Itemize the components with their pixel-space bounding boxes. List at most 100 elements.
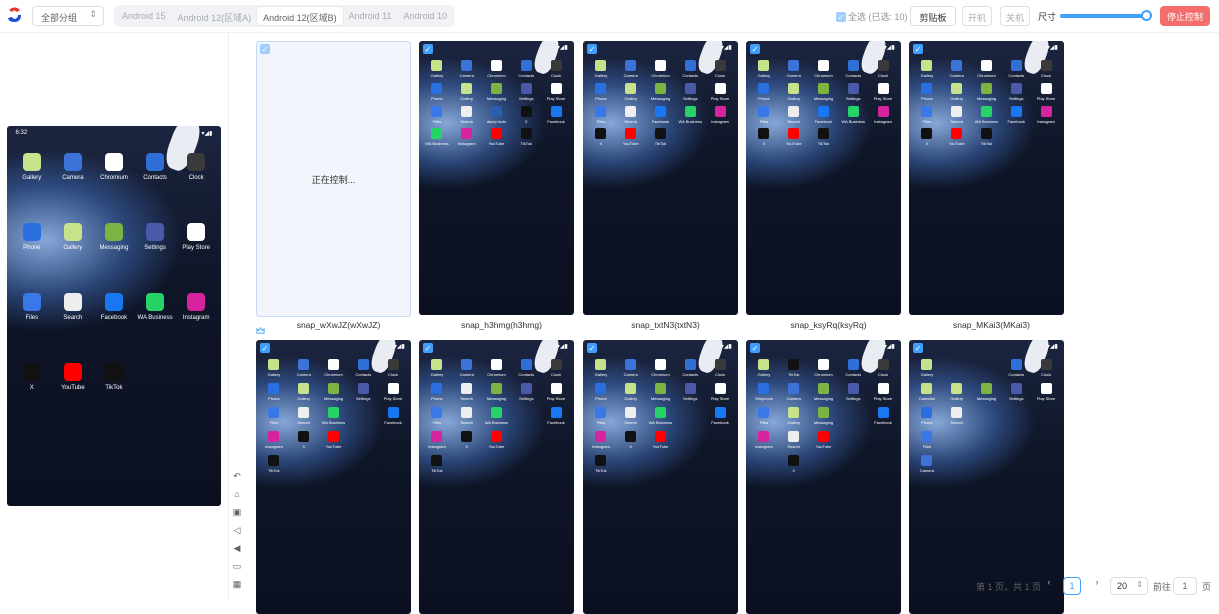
app-search[interactable]: Search bbox=[779, 105, 809, 124]
app-wa-business[interactable]: WA Business bbox=[675, 105, 705, 124]
app-search[interactable]: Search bbox=[942, 406, 972, 425]
app-phone[interactable]: Phone bbox=[912, 82, 942, 101]
app-instagram[interactable]: Instagram bbox=[422, 430, 452, 449]
app-wa-business[interactable]: WA Business bbox=[422, 128, 452, 146]
app-contacts[interactable]: Contacts bbox=[511, 359, 541, 377]
group-select[interactable]: 全部分组 ⇕ bbox=[32, 6, 104, 26]
select-all-checkbox[interactable]: ✓ 全选 (已选: 10) bbox=[836, 10, 908, 23]
device-checkbox[interactable]: ✓ bbox=[913, 44, 923, 54]
app-x[interactable]: X bbox=[289, 430, 319, 449]
app-settings[interactable]: Settings bbox=[135, 222, 176, 251]
clipboard-button[interactable]: 剪贴板 bbox=[910, 6, 956, 26]
device-card[interactable]: ▾◢▮ Gallery Camera Chromium Contacts Clock Pho… bbox=[256, 340, 411, 614]
app-gallery[interactable]: Gallery bbox=[586, 60, 616, 78]
app-x[interactable]: X bbox=[452, 430, 482, 449]
tab-android-11[interactable]: Android 11 bbox=[343, 7, 398, 25]
app-chromium[interactable]: Chromium bbox=[972, 60, 1002, 78]
app-play-store[interactable]: Play Store bbox=[1031, 383, 1061, 401]
app-wa-business[interactable]: WA Business bbox=[838, 105, 868, 124]
device-screen[interactable]: ▾◢▮ Gallery Camera Chromium Contacts Clock Pho… bbox=[583, 340, 738, 614]
app-contacts[interactable]: Contacts bbox=[511, 60, 541, 78]
app-files[interactable]: Files bbox=[912, 430, 942, 449]
recents-icon[interactable]: ▣ bbox=[231, 506, 243, 518]
stop-control-button[interactable]: 停止控制 bbox=[1160, 6, 1210, 26]
app-contacts[interactable]: Contacts bbox=[135, 152, 176, 181]
device-checkbox[interactable]: ✓ bbox=[587, 44, 597, 54]
device-screen[interactable]: ▾◢▮ Gallery TikTok Chromium Contacts Clock Tel… bbox=[746, 340, 901, 614]
app-gallery[interactable]: Gallery bbox=[942, 383, 972, 401]
app-x[interactable]: X bbox=[586, 128, 616, 146]
app-calendar[interactable]: Calendar bbox=[912, 383, 942, 401]
size-slider-handle[interactable] bbox=[1141, 10, 1152, 21]
app-messaging[interactable]: Messaging bbox=[972, 82, 1002, 101]
app-gallery[interactable]: Gallery bbox=[422, 60, 452, 78]
app-search[interactable]: Search bbox=[452, 383, 482, 401]
app-tiktok[interactable]: TikTok bbox=[586, 454, 616, 473]
app-contacts[interactable]: Contacts bbox=[1001, 359, 1031, 377]
app-youtube[interactable]: YouTube bbox=[319, 430, 349, 449]
app-gallery[interactable]: Gallery bbox=[11, 152, 52, 181]
app-chromium[interactable]: Chromium bbox=[809, 60, 839, 78]
app-contacts[interactable]: Contacts bbox=[1001, 60, 1031, 78]
device-card[interactable]: ▾◢▮ Gallery Camera Chromium Contacts Clock Pho… bbox=[419, 41, 574, 330]
app-camera[interactable]: Camera bbox=[452, 60, 482, 78]
device-screen[interactable]: ▾◢▮ Gallery Camera Chromium Contacts Clock Pho… bbox=[256, 340, 411, 614]
app-gallery[interactable]: Gallery bbox=[779, 82, 809, 101]
app-x[interactable]: X bbox=[11, 362, 52, 391]
app-facebook[interactable]: Facebook bbox=[809, 105, 839, 124]
app-chromium[interactable]: Chromium bbox=[319, 359, 349, 377]
app-youtube[interactable]: YouTube bbox=[646, 430, 676, 449]
app-youtube[interactable]: YouTube bbox=[616, 128, 646, 146]
tab-android-12-a[interactable]: Android 12(区域A) bbox=[172, 7, 258, 25]
app-play-store[interactable]: Play Store bbox=[176, 222, 217, 251]
app-play-store[interactable]: Play Store bbox=[868, 82, 898, 101]
app-search[interactable]: Search bbox=[452, 406, 482, 425]
device-card[interactable]: ▾◢▮ Gallery Camera Chromium Contacts Clock Pho… bbox=[583, 41, 738, 330]
page-size-select[interactable]: 20 ⇕ bbox=[1110, 577, 1148, 595]
app-clock[interactable]: Clock bbox=[378, 359, 408, 377]
grid-icon[interactable]: ▦ bbox=[231, 578, 243, 590]
app-instagram[interactable]: Instagram bbox=[259, 430, 289, 449]
app-files[interactable]: Files bbox=[912, 105, 942, 124]
goto-page-input[interactable]: 1 bbox=[1173, 577, 1197, 595]
volume-up-icon[interactable]: ◀ bbox=[231, 542, 243, 554]
app-files[interactable]: Files bbox=[259, 406, 289, 425]
app-facebook[interactable]: Facebook bbox=[705, 406, 735, 425]
app-youtube[interactable]: YouTube bbox=[482, 128, 512, 146]
app-facebook[interactable]: Facebook bbox=[646, 105, 676, 124]
page-number-current[interactable]: 1 bbox=[1063, 577, 1081, 595]
app-x[interactable]: X bbox=[912, 128, 942, 146]
app-settings[interactable]: Settings bbox=[1001, 383, 1031, 401]
app-gallery[interactable]: Gallery bbox=[749, 359, 779, 377]
app-clock[interactable]: Clock bbox=[705, 60, 735, 78]
app-youtube[interactable]: YouTube bbox=[809, 430, 839, 449]
app-camera[interactable]: Camera bbox=[289, 359, 319, 377]
app-gallery[interactable]: Gallery bbox=[52, 222, 93, 251]
app-messaging[interactable]: Messaging bbox=[809, 406, 839, 425]
device-checkbox[interactable]: ✓ bbox=[587, 343, 597, 353]
app-dump-tools[interactable]: dump tools bbox=[482, 105, 512, 124]
app-instagram[interactable]: Instagram bbox=[705, 105, 735, 124]
app-gallery[interactable]: Gallery bbox=[616, 383, 646, 401]
app-chromium[interactable]: Chromium bbox=[646, 60, 676, 78]
app-messaging[interactable]: Messaging bbox=[809, 383, 839, 401]
tab-android-10[interactable]: Android 10 bbox=[397, 7, 453, 25]
device-checkbox[interactable]: ✓ bbox=[423, 343, 433, 353]
app-gallery[interactable]: Gallery bbox=[942, 82, 972, 101]
device-card[interactable]: ▾◢▮ Gallery Camera Chromium Contacts Clock Pho… bbox=[909, 41, 1064, 330]
app-chromium[interactable]: Chromium bbox=[809, 359, 839, 377]
volume-down-icon[interactable]: ◁ bbox=[231, 524, 243, 536]
tab-android-12-b[interactable]: Android 12(区域B) bbox=[257, 7, 343, 25]
app-telephone[interactable]: Telephone bbox=[749, 383, 779, 401]
device-card[interactable]: ▾◢▮ Gallery Contacts Clock Calendar Gallery Me… bbox=[909, 340, 1064, 614]
app-gallery[interactable]: Gallery bbox=[912, 60, 942, 78]
app-settings[interactable]: Settings bbox=[838, 82, 868, 101]
control-preview[interactable]: 6:32 ▾◢▮ Gallery Camera Chromium Contacts Cl… bbox=[7, 126, 221, 506]
app-wa-business[interactable]: WA Business bbox=[646, 406, 676, 425]
app-gallery[interactable]: Gallery bbox=[422, 359, 452, 377]
app-messaging[interactable]: Messaging bbox=[646, 383, 676, 401]
app-clock[interactable]: Clock bbox=[176, 152, 217, 181]
app-phone[interactable]: Phone bbox=[11, 222, 52, 251]
app-wa-business[interactable]: WA Business bbox=[482, 406, 512, 425]
app-files[interactable]: Files bbox=[586, 406, 616, 425]
